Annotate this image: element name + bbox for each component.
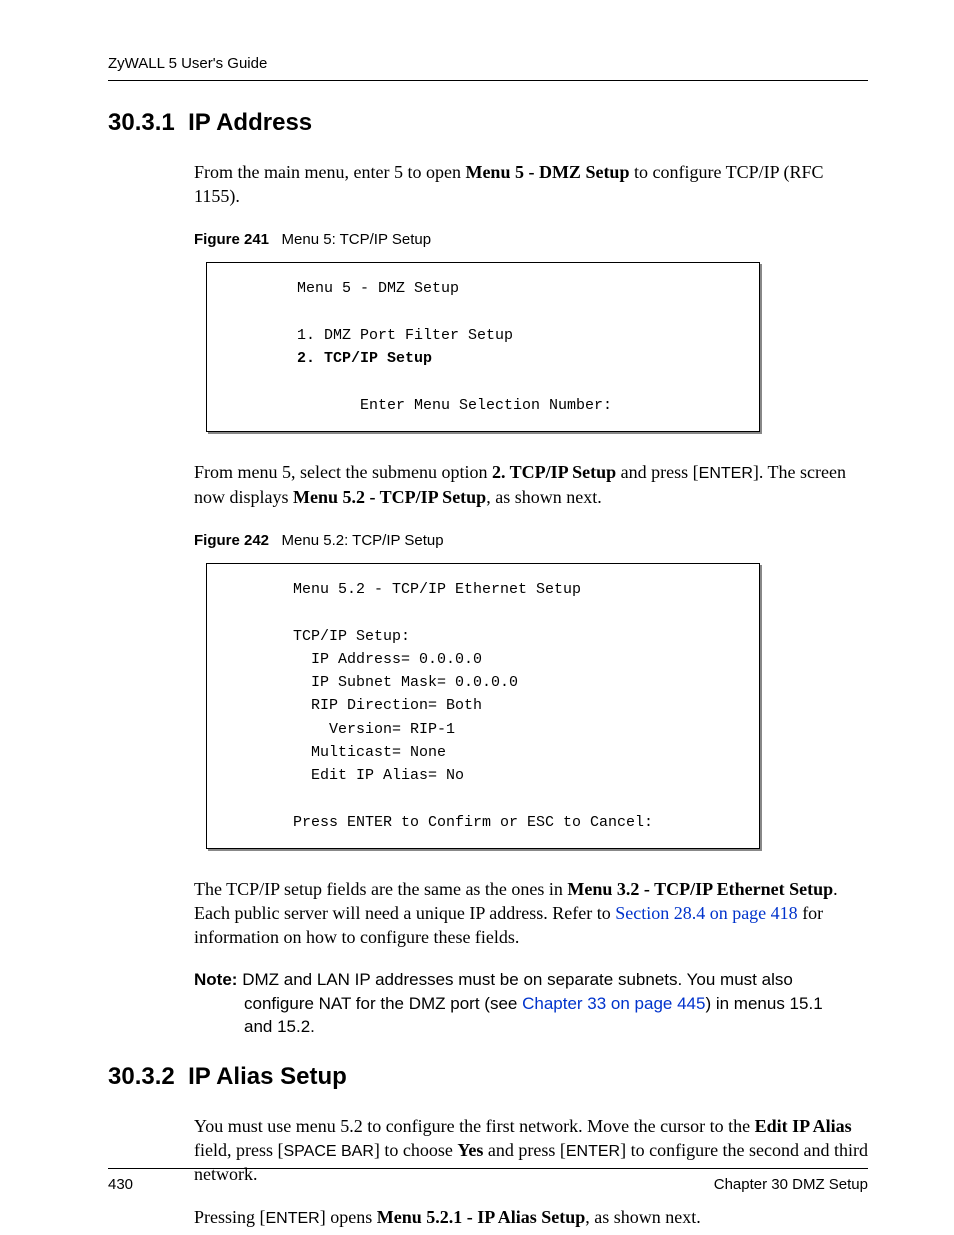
- fig-line: 1. DMZ Port Filter Setup: [297, 327, 513, 344]
- figure-242-box: Menu 5.2 - TCP/IP Ethernet Setup TCP/IP …: [206, 563, 760, 849]
- section-number: 30.3.1: [108, 109, 175, 136]
- section-title: IP Alias Setup: [188, 1063, 347, 1090]
- submenu-name: 2. TCP/IP Setup: [492, 462, 616, 482]
- link-section-28-4[interactable]: Section 28.4 on page 418: [615, 903, 797, 923]
- text: ) in menus 15.1: [705, 994, 822, 1013]
- para-intro: From the main menu, enter 5 to open Menu…: [108, 160, 868, 209]
- section-heading-30-3-1: 30.3.1 IP Address: [108, 107, 868, 139]
- note-text: DMZ and LAN IP addresses must be on sepa…: [242, 970, 793, 989]
- link-chapter-33[interactable]: Chapter 33 on page 445: [522, 994, 705, 1013]
- text: field, press [: [194, 1140, 283, 1160]
- section-number: 30.3.2: [108, 1063, 175, 1090]
- figure-caption-242: Figure 242 Menu 5.2: TCP/IP Setup: [108, 531, 868, 551]
- note-label: Note:: [194, 970, 237, 989]
- fig-line: Multicast= None: [293, 744, 446, 761]
- fig-line: Press ENTER to Confirm or ESC to Cancel:: [293, 814, 653, 831]
- chapter-label: Chapter 30 DMZ Setup: [714, 1175, 868, 1195]
- key-enter: ENTER: [566, 1143, 620, 1160]
- fig-line: Version= RIP-1: [293, 721, 455, 738]
- running-head: ZyWALL 5 User's Guide: [108, 54, 868, 80]
- note-block: Note: DMZ and LAN IP addresses must be o…: [108, 968, 868, 1039]
- text: and press [: [616, 462, 698, 482]
- figure-label: Figure 241: [194, 231, 269, 248]
- fig-line: IP Address= 0.0.0.0: [293, 651, 482, 668]
- text: and press [: [483, 1140, 565, 1160]
- section-title: IP Address: [188, 109, 312, 136]
- page-number: 430: [108, 1175, 133, 1195]
- note-text: and 15.2.: [194, 1015, 868, 1039]
- figure-caption-241: Figure 241 Menu 5: TCP/IP Setup: [108, 230, 868, 250]
- para-pressing-enter: Pressing [ENTER] opens Menu 5.2.1 - IP A…: [108, 1205, 868, 1230]
- figure-title: Menu 5: TCP/IP Setup: [282, 231, 432, 248]
- para-fields-same: The TCP/IP setup fields are the same as …: [108, 877, 868, 950]
- fig-line: Menu 5.2 - TCP/IP Ethernet Setup: [293, 581, 581, 598]
- text: From menu 5, select the submenu option: [194, 462, 492, 482]
- fig-line: IP Subnet Mask= 0.0.0.0: [293, 674, 518, 691]
- menu-name: Menu 5.2 - TCP/IP Setup: [293, 487, 486, 507]
- page-footer: 430 Chapter 30 DMZ Setup: [108, 1168, 868, 1195]
- fig-line: RIP Direction= Both: [293, 697, 482, 714]
- key-enter: ENTER: [266, 1210, 320, 1227]
- fig-line-bold: 2. TCP/IP Setup: [297, 350, 432, 367]
- text: ] opens: [320, 1207, 377, 1227]
- fig-line: Menu 5 - DMZ Setup: [297, 280, 459, 297]
- fig-line: Edit IP Alias= No: [293, 767, 464, 784]
- fig-prompt: Enter Menu Selection Number:: [360, 397, 612, 414]
- value-yes: Yes: [457, 1140, 483, 1160]
- key-enter: ENTER: [699, 465, 753, 482]
- text: From the main menu, enter 5 to open: [194, 162, 465, 182]
- key-space-bar: SPACE BAR: [283, 1143, 373, 1160]
- figure-title: Menu 5.2: TCP/IP Setup: [282, 532, 444, 549]
- text: You must use menu 5.2 to configure the f…: [194, 1116, 755, 1136]
- fig-line: TCP/IP Setup:: [293, 628, 410, 645]
- text: ] to choose: [374, 1140, 457, 1160]
- header-rule: [108, 80, 868, 81]
- note-text: configure NAT for the DMZ port (see Chap…: [194, 992, 868, 1016]
- text: configure NAT for the DMZ port (see: [244, 994, 522, 1013]
- text: , as shown next.: [486, 487, 602, 507]
- field-name: Edit IP Alias: [755, 1116, 852, 1136]
- text: , as shown next.: [585, 1207, 701, 1227]
- menu-name: Menu 5 - DMZ Setup: [465, 162, 629, 182]
- para-select-submenu: From menu 5, select the submenu option 2…: [108, 460, 868, 509]
- text: The TCP/IP setup fields are the same as …: [194, 879, 567, 899]
- section-heading-30-3-2: 30.3.2 IP Alias Setup: [108, 1061, 868, 1093]
- text: Pressing [: [194, 1207, 266, 1227]
- menu-name: Menu 5.2.1 - IP Alias Setup: [377, 1207, 586, 1227]
- menu-name: Menu 3.2 - TCP/IP Ethernet Setup: [567, 879, 833, 899]
- figure-241-box: Menu 5 - DMZ Setup 1. DMZ Port Filter Se…: [206, 262, 760, 432]
- page: ZyWALL 5 User's Guide 30.3.1 IP Address …: [0, 0, 954, 1235]
- figure-label: Figure 242: [194, 532, 269, 549]
